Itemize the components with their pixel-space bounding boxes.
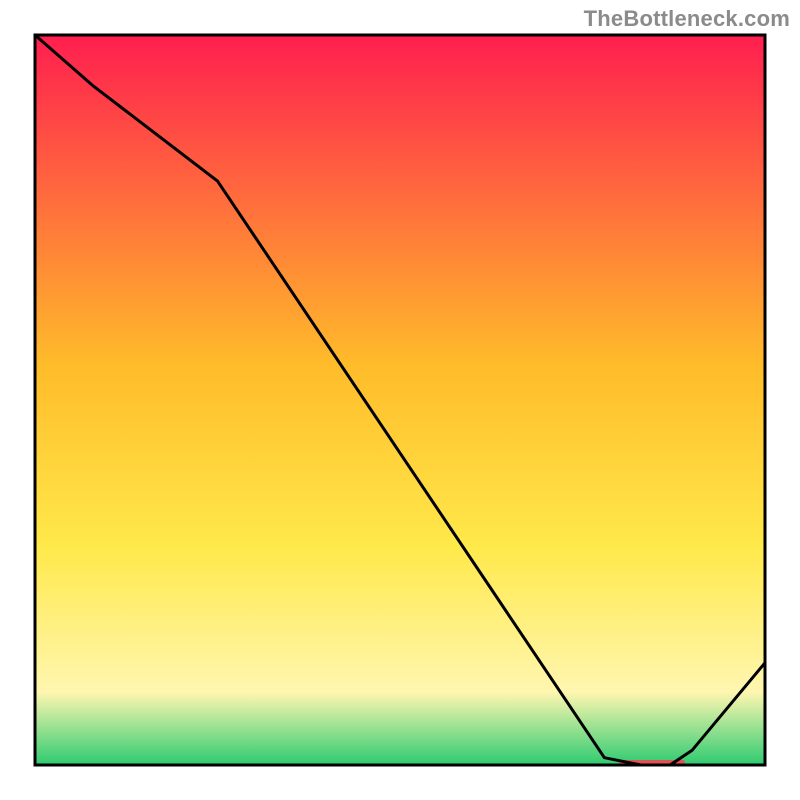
plot-area — [35, 35, 765, 765]
bottleneck-chart — [0, 0, 800, 800]
